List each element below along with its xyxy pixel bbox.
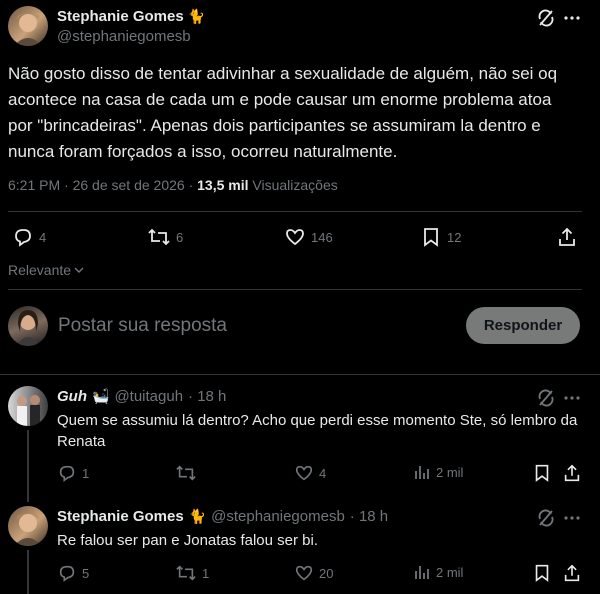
reply-button[interactable]: 4 <box>12 226 46 248</box>
reply-icon <box>57 563 77 583</box>
author-emoji: 🐈 <box>187 8 206 24</box>
reply-submit-button[interactable]: Responder <box>466 307 580 344</box>
divider <box>8 289 582 290</box>
reply-author-emoji: 🛀 <box>92 388 110 404</box>
grok-icon[interactable] <box>536 8 556 28</box>
views-button[interactable]: 2 mil <box>413 563 463 581</box>
bookmark-icon[interactable] <box>532 463 552 483</box>
reply-author-avatar[interactable] <box>8 386 48 426</box>
like-count: 146 <box>311 229 333 245</box>
divider <box>8 211 582 212</box>
reply-author-name[interactable]: Stephanie Gomes <box>57 508 184 525</box>
views-label: Visualizações <box>248 177 338 193</box>
repost-button[interactable]: 1 <box>175 563 209 583</box>
reply-button[interactable]: 5 <box>57 563 89 583</box>
author-name[interactable]: Stephanie Gomes <box>57 8 184 25</box>
views-icon <box>413 463 431 481</box>
thread-line <box>27 430 29 502</box>
views-count: 13,5 mil <box>197 177 249 193</box>
reply-time[interactable]: · 18 h <box>350 508 388 525</box>
repost-count: 1 <box>202 565 210 581</box>
post-meta: 6:21 PM · 26 de set de 2026 · 13,5 mil V… <box>8 177 338 193</box>
like-button[interactable]: 4 <box>294 463 326 483</box>
sort-label: Relevante <box>8 262 72 278</box>
views-count: 2 mil <box>436 464 464 480</box>
reply-author-handle[interactable]: @tuitaguh <box>114 388 183 405</box>
grok-icon[interactable] <box>536 388 556 408</box>
like-count: 20 <box>319 565 334 581</box>
bookmark-icon[interactable] <box>532 563 552 583</box>
share-icon[interactable] <box>562 463 582 483</box>
reply-author-handle[interactable]: @stephaniegomesb <box>211 508 345 525</box>
views-icon <box>413 563 431 581</box>
more-horizontal-icon[interactable] <box>563 390 581 406</box>
like-button[interactable]: 146 <box>284 226 333 248</box>
author-avatar[interactable] <box>8 6 48 46</box>
like-count: 4 <box>319 465 327 481</box>
reply-count: 4 <box>39 229 47 245</box>
divider <box>0 374 600 375</box>
repost-icon <box>175 563 197 583</box>
thread-line <box>27 550 29 594</box>
sort-dropdown[interactable]: Relevante <box>8 262 85 278</box>
views-button[interactable]: 2 mil <box>413 463 463 481</box>
repost-button[interactable] <box>175 463 202 483</box>
reply-author-avatar[interactable] <box>8 506 48 546</box>
reply-text: Re falou ser pan e Jonatas falou ser bi. <box>57 532 318 549</box>
reply-count: 1 <box>82 465 90 481</box>
chevron-down-icon <box>73 264 85 276</box>
grok-icon[interactable] <box>536 508 556 528</box>
repost-icon <box>175 463 197 483</box>
reply-button[interactable]: 1 <box>57 463 89 483</box>
reply-author-emoji: 🐈 <box>188 508 207 524</box>
share-icon[interactable] <box>556 226 578 248</box>
bookmark-count: 12 <box>447 229 462 245</box>
views-count: 2 mil <box>436 564 464 580</box>
reply-icon <box>12 226 34 248</box>
reply-time[interactable]: · 18 h <box>188 388 226 405</box>
more-horizontal-icon[interactable] <box>563 510 581 526</box>
like-icon <box>294 463 314 483</box>
like-button[interactable]: 20 <box>294 563 333 583</box>
post-text: Não gosto disso de tentar adivinhar a se… <box>8 64 558 161</box>
repost-count: 6 <box>176 229 184 245</box>
reply-text: Quem se assumiu lá dentro? Acho que perd… <box>57 412 578 450</box>
post-time[interactable]: 6:21 PM · 26 de set de 2026 · <box>8 177 197 193</box>
more-horizontal-icon[interactable] <box>563 10 581 26</box>
like-icon <box>294 563 314 583</box>
share-icon[interactable] <box>562 563 582 583</box>
bookmark-icon <box>420 226 442 248</box>
reply-icon <box>57 463 77 483</box>
reply-count: 5 <box>82 565 90 581</box>
bookmark-button[interactable]: 12 <box>420 226 461 248</box>
reply-input[interactable]: Postar sua resposta <box>58 315 227 337</box>
repost-button[interactable]: 6 <box>147 226 183 248</box>
like-icon <box>284 226 306 248</box>
repost-icon <box>147 226 171 248</box>
author-handle[interactable]: @stephaniegomesb <box>57 28 191 45</box>
current-user-avatar[interactable] <box>8 306 48 346</box>
reply-author-name[interactable]: Guh <box>57 388 87 405</box>
